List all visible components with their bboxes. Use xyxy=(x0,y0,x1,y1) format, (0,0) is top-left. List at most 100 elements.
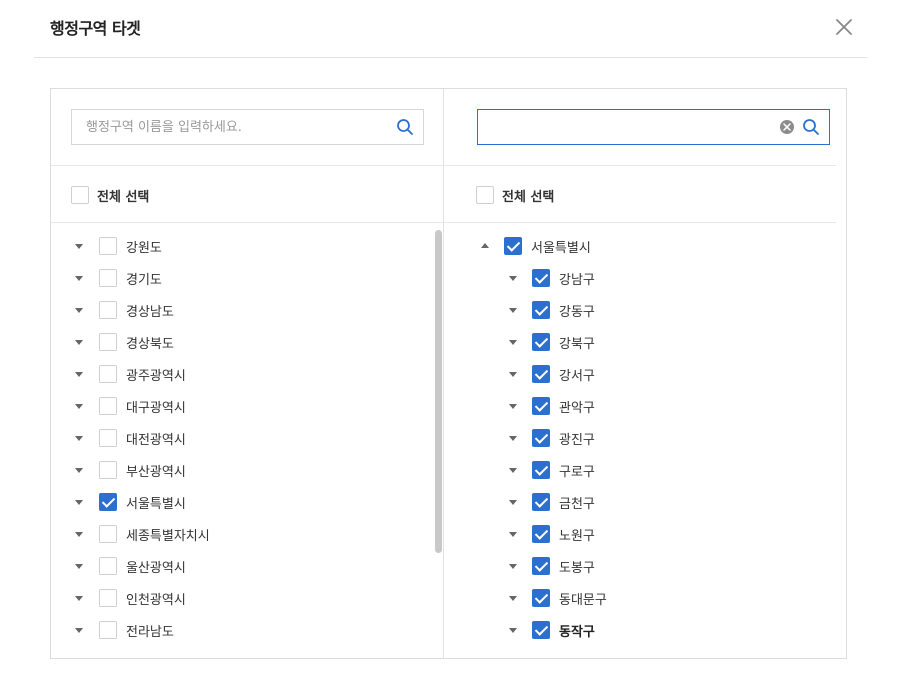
region-checkbox[interactable] xyxy=(532,301,550,319)
region-search-box[interactable] xyxy=(71,109,424,145)
caret-up-icon[interactable] xyxy=(480,241,490,251)
caret-down-icon[interactable] xyxy=(74,337,84,347)
region-checkbox[interactable] xyxy=(99,429,117,447)
caret-down-icon[interactable] xyxy=(74,369,84,379)
region-checkbox[interactable] xyxy=(532,461,550,479)
tree-row[interactable]: 경상남도 xyxy=(51,294,443,326)
region-label: 경기도 xyxy=(126,272,162,288)
region-checkbox[interactable] xyxy=(532,269,550,287)
region-checkbox[interactable] xyxy=(99,589,117,607)
tree-row[interactable]: 강서구 xyxy=(444,358,846,390)
region-checkbox[interactable] xyxy=(99,365,117,383)
tree-row[interactable]: 광주광역시 xyxy=(51,358,443,390)
tree-row[interactable]: 강남구 xyxy=(444,262,846,294)
clear-icon[interactable] xyxy=(780,120,794,134)
caret-down-icon[interactable] xyxy=(74,593,84,603)
region-checkbox[interactable] xyxy=(532,621,550,639)
caret-down-icon[interactable] xyxy=(508,465,518,475)
caret-down-icon[interactable] xyxy=(508,337,518,347)
caret-down-icon[interactable] xyxy=(74,497,84,507)
caret-down-icon[interactable] xyxy=(74,241,84,251)
close-icon[interactable] xyxy=(832,15,856,39)
tree-row[interactable]: 도봉구 xyxy=(444,550,846,582)
region-checkbox[interactable] xyxy=(532,429,550,447)
tree-row[interactable]: 대전광역시 xyxy=(51,422,443,454)
caret-down-icon[interactable] xyxy=(74,465,84,475)
caret-down-icon[interactable] xyxy=(508,369,518,379)
tree-row[interactable]: 강동구 xyxy=(444,294,846,326)
selected-search-box[interactable] xyxy=(477,109,830,145)
tree-row[interactable]: 동작구 xyxy=(444,614,846,646)
region-label: 동작구 xyxy=(559,624,595,640)
tree-row[interactable]: 울산광역시 xyxy=(51,550,443,582)
tree-row[interactable]: 부산광역시 xyxy=(51,454,443,486)
region-label: 노원구 xyxy=(559,528,595,544)
region-label: 전라남도 xyxy=(126,624,174,640)
region-checkbox[interactable] xyxy=(99,301,117,319)
scrollbar-thumb[interactable] xyxy=(435,230,442,553)
caret-down-icon[interactable] xyxy=(74,529,84,539)
caret-down-icon[interactable] xyxy=(508,529,518,539)
region-picker: 전체 선택 강원도경기도경상남도경상북도광주광역시대구광역시대전광역시부산광역시… xyxy=(50,88,847,659)
caret-down-icon[interactable] xyxy=(508,305,518,315)
tree-row[interactable]: 구로구 xyxy=(444,454,846,486)
caret-down-icon[interactable] xyxy=(74,433,84,443)
region-checkbox[interactable] xyxy=(532,365,550,383)
caret-down-icon[interactable] xyxy=(508,273,518,283)
tree-row[interactable]: 강원도 xyxy=(51,230,443,262)
caret-down-icon[interactable] xyxy=(508,401,518,411)
region-checkbox[interactable] xyxy=(99,397,117,415)
caret-down-icon[interactable] xyxy=(508,593,518,603)
region-checkbox[interactable] xyxy=(99,525,117,543)
region-checkbox[interactable] xyxy=(99,557,117,575)
region-checkbox[interactable] xyxy=(532,333,550,351)
caret-down-icon[interactable] xyxy=(74,625,84,635)
tree-row[interactable]: 대구광역시 xyxy=(51,390,443,422)
tree-row[interactable]: 서울특별시 xyxy=(51,486,443,518)
tree-row[interactable]: 경기도 xyxy=(51,262,443,294)
caret-down-icon[interactable] xyxy=(508,561,518,571)
region-checkbox[interactable] xyxy=(99,237,117,255)
region-checkbox[interactable] xyxy=(99,269,117,287)
select-all-checkbox[interactable] xyxy=(476,186,494,204)
caret-down-icon[interactable] xyxy=(74,561,84,571)
caret-down-icon[interactable] xyxy=(508,625,518,635)
search-icon[interactable] xyxy=(802,118,820,136)
region-checkbox[interactable] xyxy=(99,333,117,351)
caret-down-icon[interactable] xyxy=(74,305,84,315)
region-label: 도봉구 xyxy=(559,560,595,576)
region-search-input[interactable] xyxy=(72,110,372,144)
tree-row[interactable]: 관악구 xyxy=(444,390,846,422)
modal-header: 행정구역 타겟 xyxy=(0,0,900,58)
region-checkbox[interactable] xyxy=(532,589,550,607)
tree-row[interactable]: 광진구 xyxy=(444,422,846,454)
divider xyxy=(51,222,443,223)
tree-row[interactable]: 서울특별시 xyxy=(444,230,846,262)
caret-down-icon[interactable] xyxy=(74,401,84,411)
region-checkbox[interactable] xyxy=(99,621,117,639)
region-checkbox[interactable] xyxy=(532,525,550,543)
tree-row[interactable]: 경상북도 xyxy=(51,326,443,358)
select-all-checkbox[interactable] xyxy=(71,186,89,204)
tree-row[interactable]: 세종특별자치시 xyxy=(51,518,443,550)
region-checkbox[interactable] xyxy=(504,237,522,255)
select-all-left[interactable]: 전체 선택 xyxy=(71,185,149,205)
tree-row[interactable]: 전라남도 xyxy=(51,614,443,646)
tree-row[interactable]: 노원구 xyxy=(444,518,846,550)
tree-row[interactable]: 금천구 xyxy=(444,486,846,518)
tree-row[interactable]: 동대문구 xyxy=(444,582,846,614)
region-checkbox[interactable] xyxy=(532,397,550,415)
search-icon[interactable] xyxy=(396,118,414,136)
selected-search-input[interactable] xyxy=(478,110,778,144)
caret-down-icon[interactable] xyxy=(508,497,518,507)
region-checkbox[interactable] xyxy=(532,493,550,511)
region-checkbox[interactable] xyxy=(532,557,550,575)
region-checkbox[interactable] xyxy=(99,461,117,479)
caret-down-icon[interactable] xyxy=(74,273,84,283)
tree-row[interactable]: 강북구 xyxy=(444,326,846,358)
region-label: 관악구 xyxy=(559,400,595,416)
select-all-right[interactable]: 전체 선택 xyxy=(476,185,554,205)
caret-down-icon[interactable] xyxy=(508,433,518,443)
tree-row[interactable]: 인천광역시 xyxy=(51,582,443,614)
region-checkbox[interactable] xyxy=(99,493,117,511)
